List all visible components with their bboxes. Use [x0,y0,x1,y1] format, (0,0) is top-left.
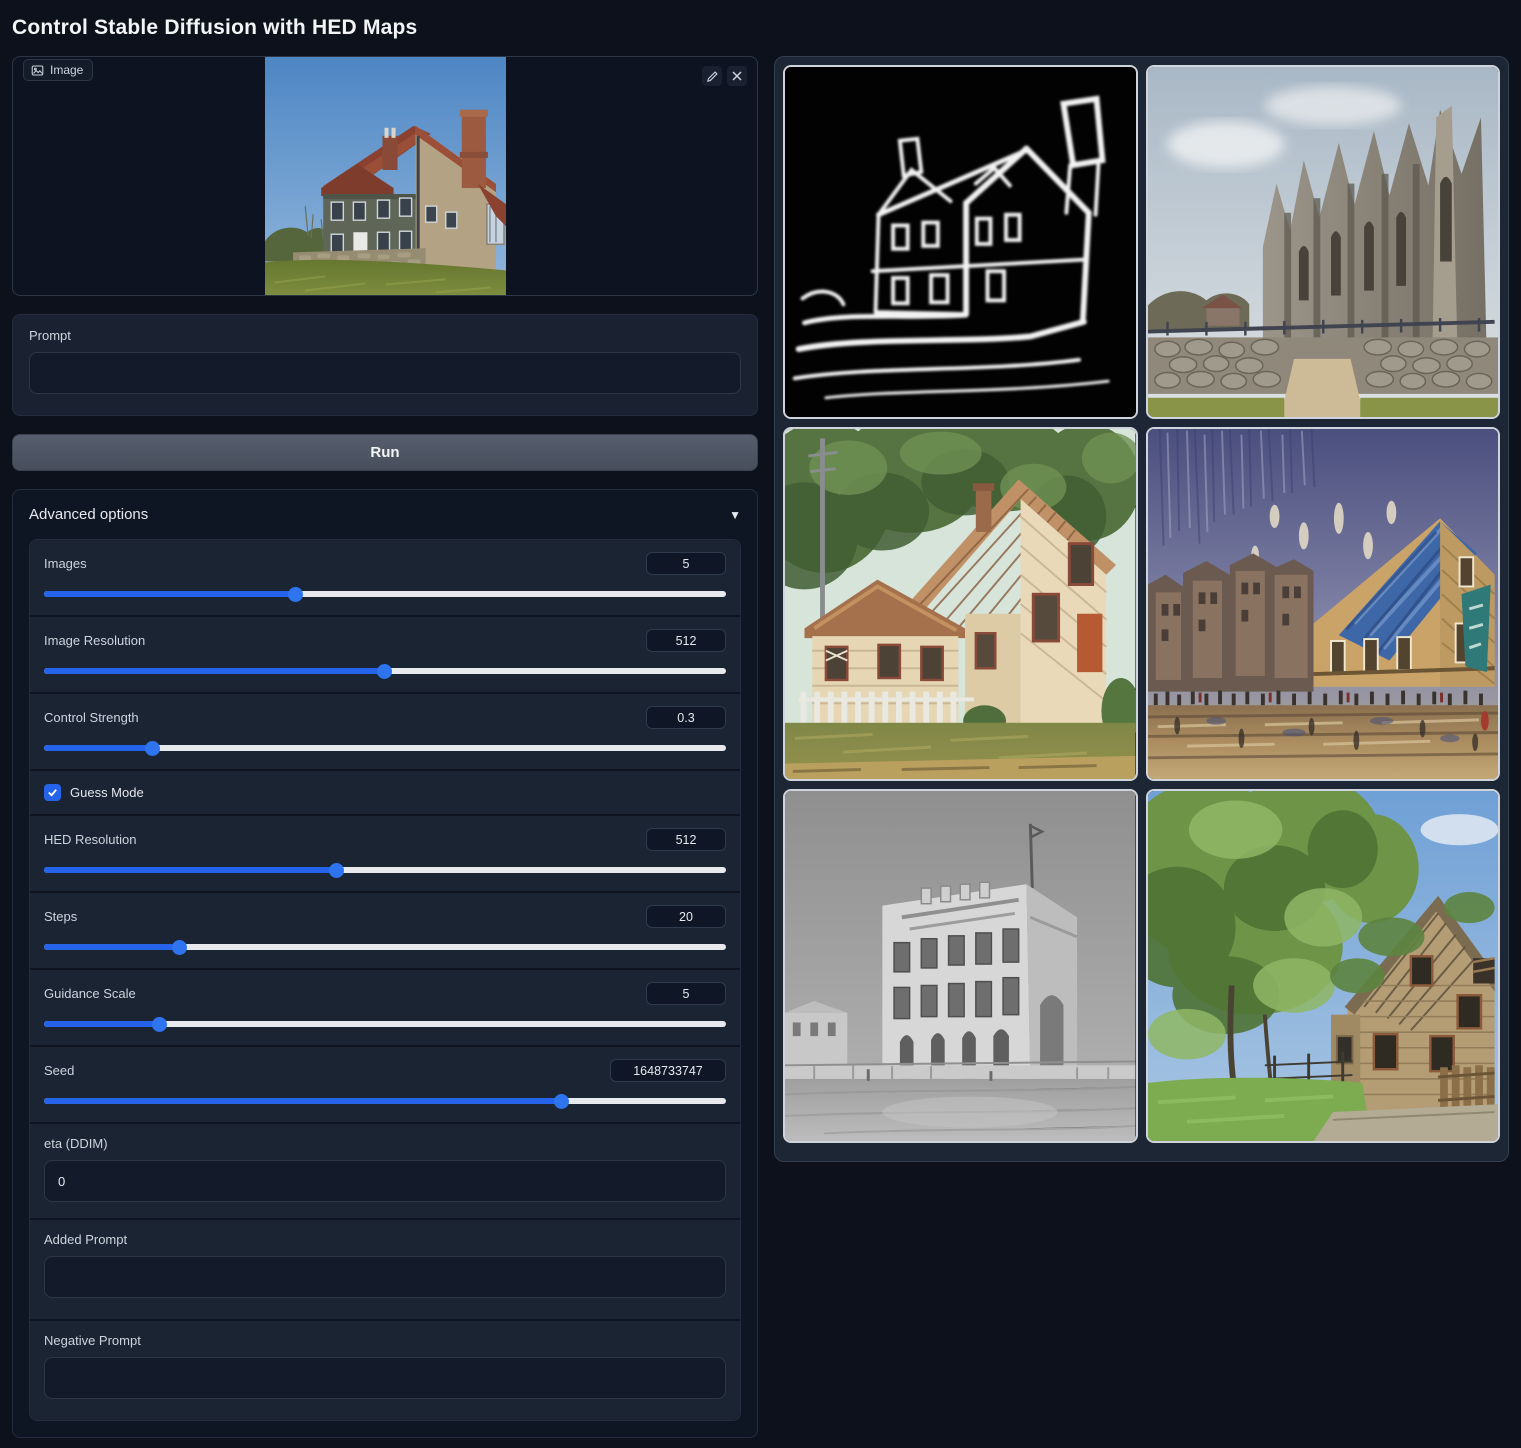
slider-track-image-resolution[interactable] [44,664,726,678]
slider-track-hed-resolution[interactable] [44,863,726,877]
number-label-eta-ddim: eta (DDIM) [44,1136,726,1151]
slider-label-seed: Seed [44,1063,74,1078]
gallery-item-stone-house-trees[interactable] [1146,789,1501,1143]
number-row: eta (DDIM) [30,1124,740,1220]
slider-handle-image-resolution[interactable] [377,664,392,679]
clear-image-button[interactable] [727,66,747,86]
textarea-row: Added Prompt [30,1220,740,1321]
checkbox-label-guess-mode: Guess Mode [70,785,144,800]
slider-label-steps: Steps [44,909,77,924]
image-icon [31,64,44,77]
gallery-item-grayscale-building[interactable] [783,789,1138,1143]
slider-handle-steps[interactable] [172,940,187,955]
slider-value-input-control-strength[interactable] [646,706,726,729]
image-upload-dropzone[interactable]: Image [12,56,758,296]
slider-label-hed-resolution: HED Resolution [44,832,137,847]
textarea-label-negative-prompt: Negative Prompt [44,1333,726,1348]
guess-mode-checkbox-guess-mode[interactable] [44,784,61,801]
number-input-eta-ddim[interactable] [44,1160,726,1202]
app: Control Stable Diffusion with HED Maps I… [0,0,1521,1448]
slider-row: HED Resolution [30,816,740,893]
run-button[interactable]: Run [12,434,758,471]
slider-handle-seed[interactable] [554,1094,569,1109]
gallery-item-cathedral[interactable] [1146,65,1501,419]
slider-label-images: Images [44,556,87,571]
edit-image-button[interactable] [702,66,722,86]
slider-track-steps[interactable] [44,940,726,954]
controls-column: Image [12,56,758,1438]
image-component-label: Image [23,59,93,81]
slider-label-image-resolution: Image Resolution [44,633,145,648]
advanced-options-header[interactable]: Advanced options ▼ [29,504,741,525]
image-actions [702,66,747,86]
slider-handle-images[interactable] [288,587,303,602]
slider-label-control-strength: Control Strength [44,710,139,725]
slider-row: Seed [30,1047,740,1124]
slider-handle-guidance-scale[interactable] [152,1017,167,1032]
gallery-item-cream-house[interactable] [783,427,1138,781]
slider-track-control-strength[interactable] [44,741,726,755]
slider-label-guidance-scale: Guidance Scale [44,986,136,1001]
slider-row: Steps [30,893,740,970]
slider-value-input-images[interactable] [646,552,726,575]
page-title: Control Stable Diffusion with HED Maps [12,16,1509,40]
result-gallery [774,56,1509,1162]
advanced-options-accordion: Advanced options ▼ Images Image Resoluti… [12,489,758,1438]
slider-track-seed[interactable] [44,1094,726,1108]
slider-track-guidance-scale[interactable] [44,1017,726,1031]
advanced-options-form: Images Image Resolution Control Strength [29,539,741,1421]
prompt-input[interactable] [29,352,741,394]
advanced-options-title: Advanced options [29,506,148,523]
main-row: Image [12,56,1509,1438]
slider-value-input-steps[interactable] [646,905,726,928]
textarea-label-added-prompt: Added Prompt [44,1232,726,1247]
prompt-block: Prompt [12,314,758,416]
slider-value-input-guidance-scale[interactable] [646,982,726,1005]
slider-handle-hed-resolution[interactable] [329,863,344,878]
prompt-label: Prompt [29,328,741,343]
accordion-caret-icon: ▼ [729,508,741,522]
slider-row: Control Strength [30,694,740,771]
gallery-item-impressionist-street[interactable] [1146,427,1501,781]
slider-value-input-image-resolution[interactable] [646,629,726,652]
slider-row: Images [30,540,740,617]
slider-handle-control-strength[interactable] [145,741,160,756]
slider-row: Image Resolution [30,617,740,694]
textarea-input-added-prompt[interactable] [44,1256,726,1298]
uploaded-image [265,56,506,296]
image-label-text: Image [50,63,83,77]
slider-value-input-hed-resolution[interactable] [646,828,726,851]
slider-row: Guidance Scale [30,970,740,1047]
textarea-row: Negative Prompt [30,1321,740,1420]
textarea-input-negative-prompt[interactable] [44,1357,726,1399]
slider-value-input-seed[interactable] [610,1059,726,1082]
checkbox-row: Guess Mode [30,771,740,816]
gallery-item-hed-edge-map[interactable] [783,65,1138,419]
slider-track-images[interactable] [44,587,726,601]
